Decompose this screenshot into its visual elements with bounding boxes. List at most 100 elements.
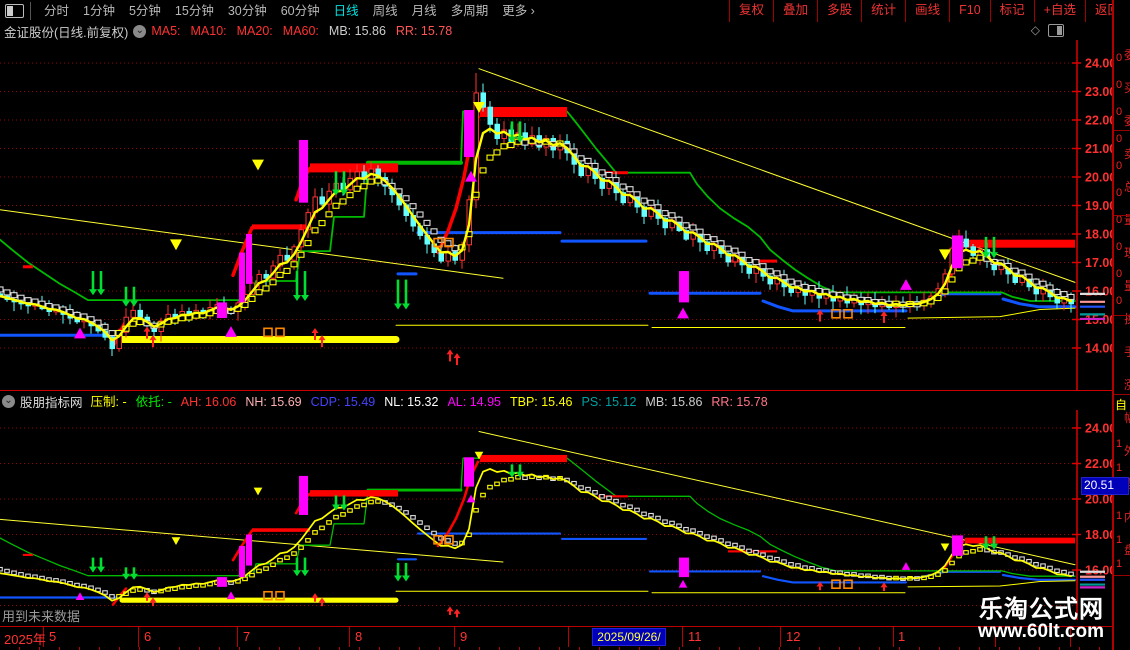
ma-item: MA5: — [151, 24, 180, 38]
period-item-月线[interactable]: 月线 — [405, 1, 444, 22]
action-item-叠加[interactable]: 叠加 — [773, 0, 817, 22]
stock-info-bar: 金证股份(日线.前复权) ⌄ MA5:MA10:MA20:MA60:MB: 15… — [0, 22, 1130, 40]
pane-icon[interactable] — [1048, 24, 1064, 37]
time-axis[interactable]: 2025年5 6 7 8 9 11 12 1 2025/09/26/五 — [0, 626, 1130, 648]
action-item-画线[interactable]: 画线 — [905, 0, 949, 22]
period-item-日线[interactable]: 日线 — [327, 1, 366, 22]
month-tick — [780, 627, 781, 647]
chevron-down-icon[interactable]: ⌄ — [133, 25, 146, 38]
sidebar-digit: 1 — [1116, 558, 1122, 570]
indicator-name: 股朋指标网 — [20, 392, 83, 411]
stock-title: 金证股份(日线.前复权) — [4, 22, 128, 41]
month-tick — [237, 627, 238, 647]
sidebar-digit: 1 — [1116, 534, 1122, 546]
sidebar-label: 换 — [1124, 310, 1130, 327]
action-item-标记[interactable]: 标记 — [990, 0, 1034, 22]
action-item-统计[interactable]: 统计 — [861, 0, 905, 22]
month-tick — [454, 627, 455, 647]
action-item-多股[interactable]: 多股 — [817, 0, 861, 22]
year-label: 2025年 — [4, 629, 46, 648]
sidebar-label: 量 — [1124, 277, 1130, 294]
indicator-field: NL: 15.32 — [384, 395, 438, 409]
indicator-field: PS: 15.12 — [582, 395, 637, 409]
month-label-12: 12 — [786, 629, 800, 644]
period-item-更多 ›[interactable]: 更多 › — [495, 1, 542, 22]
diamond-icon[interactable]: ◇ — [1031, 23, 1040, 37]
app-window: 分时1分钟5分钟15分钟30分钟60分钟日线周线月线多周期更多 › 复权叠加多股… — [0, 0, 1130, 650]
chevron-down-icon[interactable]: ⌄ — [2, 395, 15, 408]
month-tick — [138, 627, 139, 647]
sidebar-divider — [1114, 315, 1130, 316]
toolbar-divider — [30, 2, 31, 20]
indicator-field: AL: 14.95 — [447, 395, 501, 409]
month-tick — [568, 627, 569, 647]
month-label-7: 7 — [243, 629, 250, 644]
indicator-fields: 压制: -依托: -AH: 16.06NH: 15.69CDP: 15.49NL… — [91, 391, 777, 411]
period-item-多周期[interactable]: 多周期 — [444, 1, 496, 22]
month-label-11: 11 — [688, 629, 702, 644]
sidebar-label: 总 — [1124, 178, 1130, 195]
month-label-1: 1 — [898, 629, 905, 644]
sidebar-label: 现 — [1124, 244, 1130, 261]
future-data-note: 用到未来数据 — [2, 606, 80, 625]
action-item-F10[interactable]: F10 — [949, 0, 990, 22]
right-sidebar[interactable]: 0000000000111111委买委卖总量现量换手涨幅外盘内盘自 — [1112, 0, 1130, 650]
sidebar-label: 外 — [1124, 442, 1130, 459]
sidebar-digit: 0 — [1116, 295, 1122, 307]
sidebar-divider — [1114, 575, 1130, 576]
ma-item: MA60: — [283, 24, 319, 38]
month-tick — [893, 627, 894, 647]
sidebar-digit: 1 — [1116, 510, 1122, 522]
period-item-分时[interactable]: 分时 — [37, 1, 76, 22]
ma-values: MA5:MA10:MA20:MA60:MB: 15.86RR: 15.78 — [151, 22, 462, 40]
period-menu: 分时1分钟5分钟15分钟30分钟60分钟日线周线月线多周期更多 › — [0, 0, 542, 22]
sidebar-digit: 1 — [1116, 438, 1122, 450]
sidebar-label: 委 — [1124, 46, 1130, 63]
indicator-chart[interactable]: 24.0022.0020.0018.0016.00 — [0, 410, 1130, 620]
indicator-field: 压制: - — [91, 395, 127, 409]
sidebar-digit: 0 — [1116, 187, 1122, 199]
toolbar: 分时1分钟5分钟15分钟30分钟60分钟日线周线月线多周期更多 › 复权叠加多股… — [0, 0, 1130, 23]
ma-item: RR: 15.78 — [396, 24, 452, 38]
month-label-8: 8 — [355, 629, 362, 644]
month-tick — [682, 627, 683, 647]
sidebar-digit: 0 — [1116, 160, 1122, 172]
action-item-+自选[interactable]: +自选 — [1034, 0, 1085, 22]
sidebar-label: 内 — [1124, 508, 1130, 525]
period-item-1分钟[interactable]: 1分钟 — [76, 1, 122, 22]
main-chart[interactable]: 24.0023.0022.0021.0020.0019.0018.0017.00… — [0, 40, 1130, 390]
watermark-url: www.60lt.com — [978, 622, 1104, 642]
period-item-周线[interactable]: 周线 — [366, 1, 405, 22]
sidebar-divider — [1114, 215, 1130, 216]
sidebar-divider — [1114, 130, 1130, 131]
watermark-site-name: 乐淘公式网 — [978, 597, 1104, 622]
action-item-复权[interactable]: 复权 — [729, 0, 773, 22]
month-label-9: 9 — [460, 629, 467, 644]
sidebar-digit: 0 — [1116, 79, 1122, 91]
sidebar-label: 买 — [1124, 79, 1130, 96]
current-price-badge: 20.51 — [1081, 477, 1129, 495]
sidebar-digit: 0 — [1116, 106, 1122, 118]
indicator-field: AH: 16.06 — [181, 395, 237, 409]
watermark: 乐淘公式网 www.60lt.com — [978, 597, 1104, 642]
ma-item: MA10: — [191, 24, 227, 38]
period-item-60分钟[interactable]: 60分钟 — [274, 1, 327, 22]
period-item-30分钟[interactable]: 30分钟 — [221, 1, 274, 22]
month-label-6: 6 — [144, 629, 151, 644]
sidebar-label: 委 — [1124, 112, 1130, 129]
period-item-15分钟[interactable]: 15分钟 — [168, 1, 221, 22]
sidebar-label: 盘 — [1124, 541, 1130, 558]
indicator-field: MB: 15.86 — [645, 395, 702, 409]
month-tick — [349, 627, 350, 647]
sidebar-digit: 1 — [1116, 462, 1122, 474]
month-label-5: 5 — [49, 629, 56, 644]
layout-icon[interactable] — [5, 4, 24, 18]
indicator-field: NH: 15.69 — [245, 395, 301, 409]
indicator-bar: ⌄ 股朋指标网 压制: -依托: -AH: 16.06NH: 15.69CDP:… — [0, 390, 1130, 411]
sidebar-digit: 0 — [1116, 268, 1122, 280]
indicator-field: 依托: - — [136, 395, 172, 409]
highlighted-date: 2025/09/26/五 — [592, 628, 666, 646]
sidebar-tab[interactable]: 自 — [1115, 396, 1127, 413]
period-item-5分钟[interactable]: 5分钟 — [122, 1, 168, 22]
sidebar-label: 量 — [1124, 211, 1130, 228]
